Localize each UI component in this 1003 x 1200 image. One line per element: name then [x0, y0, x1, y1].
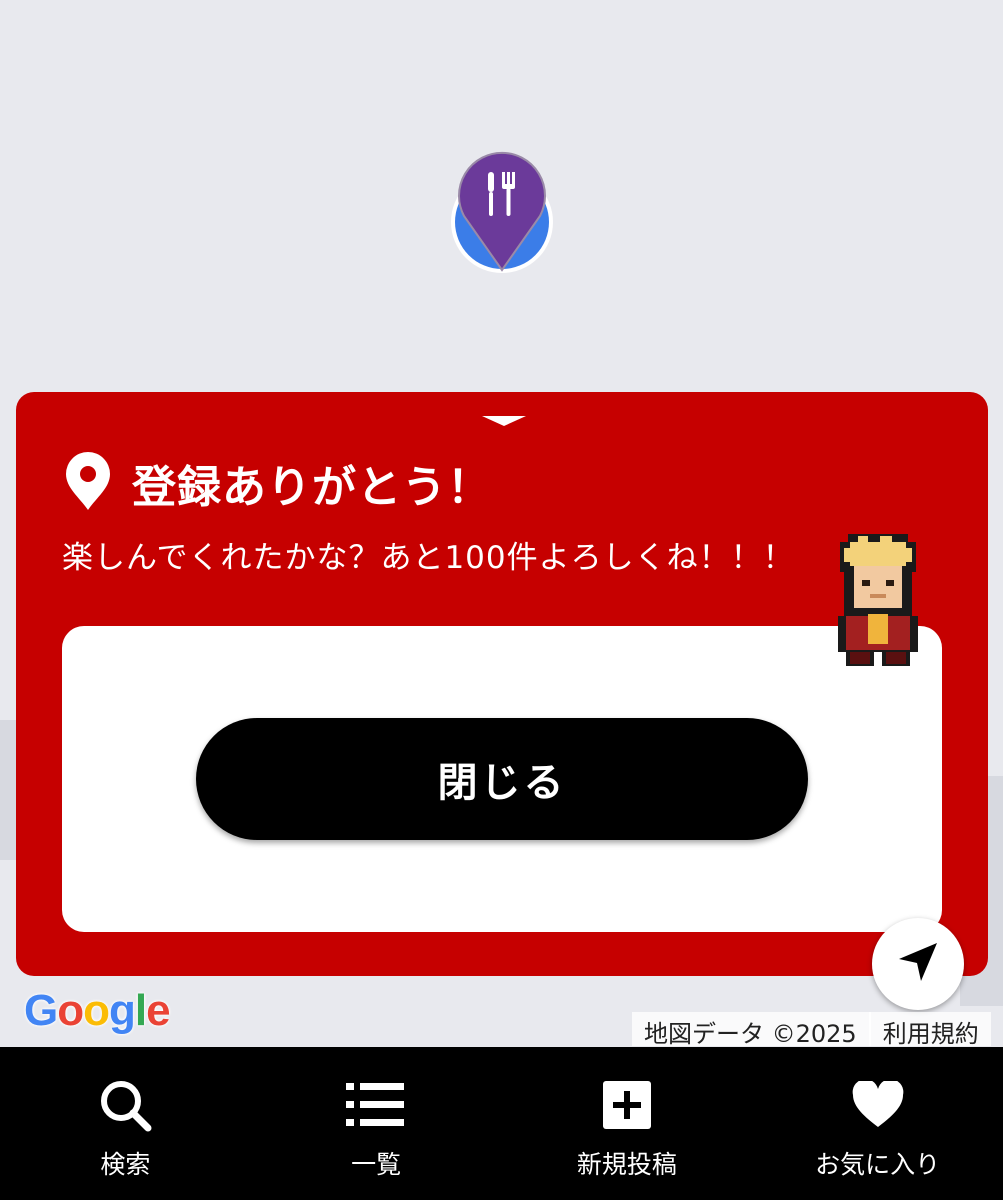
- list-icon: [346, 1077, 406, 1133]
- current-location-button[interactable]: [872, 918, 964, 1010]
- tab-search-label: 検索: [100, 1150, 151, 1179]
- tab-list-label: 一覧: [351, 1150, 402, 1179]
- map-data-link[interactable]: 地図データ ©2025: [632, 1012, 869, 1048]
- pixel-character-avatar: [828, 524, 928, 672]
- tab-search[interactable]: 検索: [0, 1047, 251, 1200]
- map-attribution: 地図データ ©2025 利用規約: [632, 1012, 991, 1048]
- tab-new-post-label: 新規投稿: [576, 1150, 677, 1179]
- add-square-icon: [602, 1077, 652, 1133]
- popup-header: 登録ありがとう！: [66, 452, 492, 514]
- restaurant-map-pin[interactable]: [448, 146, 556, 276]
- map-building: [0, 720, 16, 860]
- tab-new-post[interactable]: 新規投稿: [502, 1047, 753, 1200]
- navigation-arrow-icon: [895, 939, 941, 989]
- tab-list[interactable]: 一覧: [251, 1047, 502, 1200]
- popup-action-card: 閉じる: [62, 626, 942, 932]
- popup-message: 楽しんでくれたかな？あと100件よろしくね！！！: [62, 540, 795, 576]
- heart-icon: [851, 1077, 905, 1133]
- popup-pointer: [482, 416, 526, 426]
- close-button[interactable]: 閉じる: [196, 718, 808, 840]
- popup-title: 登録ありがとう！: [132, 462, 492, 513]
- terms-link[interactable]: 利用規約: [871, 1012, 991, 1048]
- bottom-tab-bar: 検索 一覧 新規投稿 お気に入り: [0, 1047, 1003, 1200]
- search-icon: [98, 1077, 152, 1133]
- google-logo: Google: [24, 986, 171, 1035]
- location-pin-icon: [66, 452, 110, 514]
- tab-favorites-label: お気に入り: [815, 1150, 941, 1179]
- tab-favorites[interactable]: お気に入り: [752, 1047, 1003, 1200]
- registration-popup: 登録ありがとう！ 楽しんでくれたかな？あと100件よろしくね！！！ 閉じる: [16, 392, 988, 976]
